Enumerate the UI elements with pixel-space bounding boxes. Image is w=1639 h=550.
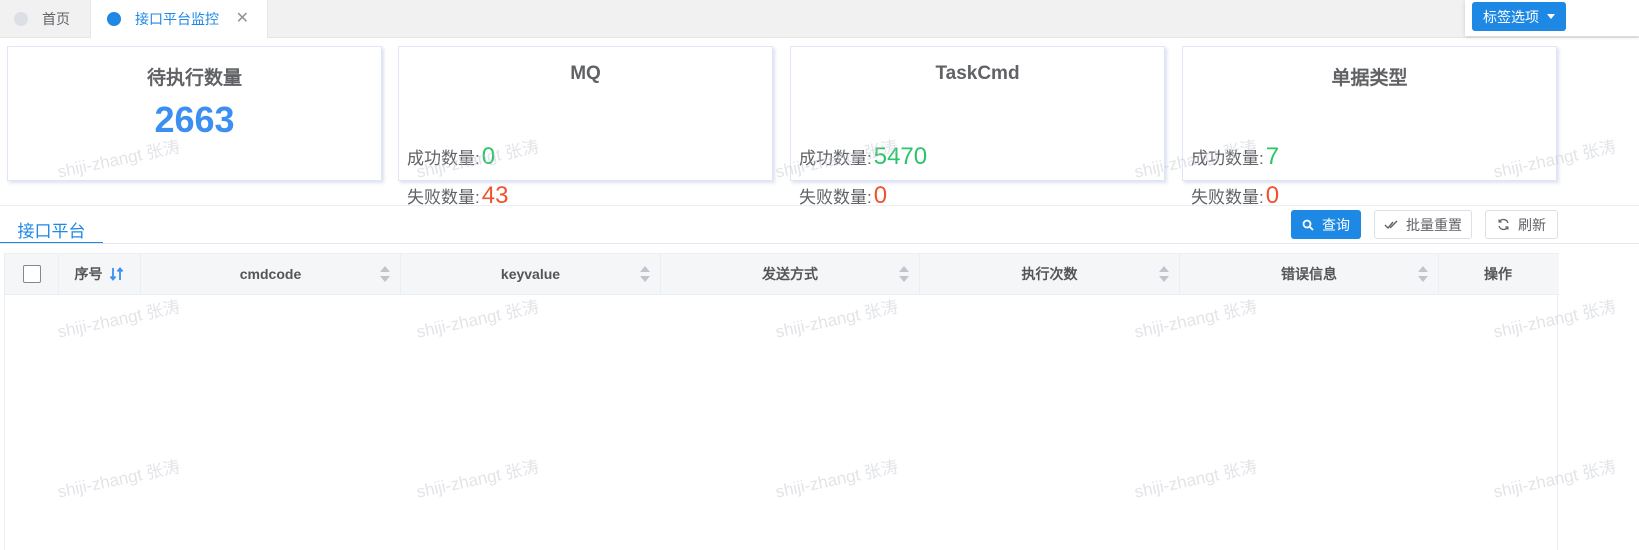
column-header-label: 操作 [1484,266,1512,282]
column-header-exec-count[interactable]: 执行次数 [920,254,1180,294]
success-value: 5470 [873,143,928,170]
card-pending-value: 2663 [154,99,235,140]
column-header-index[interactable]: 序号 [59,254,141,294]
column-header-cmdcode[interactable]: cmdcode [141,254,401,294]
card-pending-title: 待执行数量 [146,68,242,89]
success-label: 成功数量: [407,149,480,168]
tab-active-dot-icon [107,12,121,26]
column-header-label: 执行次数 [1021,266,1078,282]
section-divider [0,205,1639,206]
table-body [5,295,1557,550]
tab-interface-monitor-label: 接口平台监控 [135,11,219,27]
card-mq: MQ 成功数量: 0 失败数量: 43 [398,46,773,209]
tab-options-label: 标签选项 [1483,8,1539,25]
success-value: 0 [481,143,496,170]
card-taskcmd-title: TaskCmd [935,63,1020,84]
column-header-send-method[interactable]: 发送方式 [661,254,920,294]
column-header-label: 错误信息 [1281,266,1337,282]
tab-home-label: 首页 [42,10,70,27]
column-header-label: 发送方式 [762,266,818,282]
refresh-button[interactable]: 刷新 [1485,210,1558,239]
select-all-cell [5,254,59,294]
close-icon[interactable]: ✕ [236,8,249,28]
check-double-icon [1384,220,1398,229]
refresh-icon [1498,218,1509,231]
batch-reset-button[interactable]: 批量重置 [1374,210,1472,239]
tab-status-dot-icon [14,11,28,26]
sync-icon[interactable] [109,266,125,282]
sort-icon[interactable] [640,265,650,283]
column-header-error-info[interactable]: 错误信息 [1180,254,1439,294]
sort-icon[interactable] [380,265,390,283]
column-header-keyvalue[interactable]: keyvalue [401,254,661,294]
refresh-button-label: 刷新 [1518,216,1546,233]
success-label: 成功数量: [799,149,872,168]
card-mq-title: MQ [570,63,601,84]
tab-options-button[interactable]: 标签选项 [1472,2,1566,31]
tab-interface-monitor[interactable]: 接口平台监控 ✕ [90,0,268,38]
table-header: 序号 cmdcode keyvalue 发送方式 执行次数 错误信息 操作 [5,253,1559,295]
data-table: 序号 cmdcode keyvalue 发送方式 执行次数 错误信息 操作 [4,253,1559,550]
query-button-label: 查询 [1322,216,1350,233]
card-taskcmd-success: 成功数量: 5470 [799,143,927,171]
section-tab-underline [0,243,1639,244]
column-header-label: cmdcode [239,266,302,282]
column-header-label: 序号 [74,266,103,282]
batch-reset-button-label: 批量重置 [1406,216,1462,233]
success-value: 7 [1265,143,1280,170]
tab-home[interactable]: 首页 [0,0,84,37]
card-mq-success: 成功数量: 0 [407,143,495,171]
success-label: 成功数量: [1191,149,1264,168]
search-icon [1302,219,1314,231]
card-doctype: 单据类型 成功数量: 7 失败数量: 0 [1182,46,1557,209]
sort-icon[interactable] [1159,265,1169,283]
query-button[interactable]: 查询 [1291,210,1361,239]
card-taskcmd: TaskCmd 成功数量: 5470 失败数量: 0 [790,46,1165,209]
card-doctype-title: 单据类型 [1331,68,1408,89]
card-pending: 待执行数量 2663 [7,46,382,181]
sort-icon[interactable] [899,265,909,283]
tab-bar: 首页 接口平台监控 ✕ 标签选项 [0,0,1639,38]
caret-down-icon [1547,14,1555,19]
column-header-label: keyvalue [500,266,561,282]
column-header-actions: 操作 [1439,254,1557,294]
tab-interface-platform[interactable]: 接口平台 [0,214,103,244]
card-doctype-success: 成功数量: 7 [1191,143,1279,171]
select-all-checkbox[interactable] [22,265,41,283]
sort-icon[interactable] [1418,265,1428,283]
